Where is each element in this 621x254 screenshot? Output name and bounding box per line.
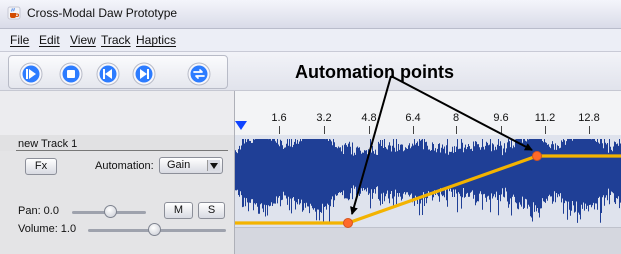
menu-edit[interactable]: Edit	[39, 33, 60, 47]
menu-file[interactable]: File	[10, 33, 29, 47]
waveform	[235, 139, 621, 225]
transport-group	[8, 55, 228, 89]
annotation-label: Automation points	[295, 62, 454, 82]
play-icon	[26, 69, 28, 79]
ruler-tick	[369, 126, 370, 134]
volume-slider-knob[interactable]	[148, 223, 161, 236]
ruler-tick-label: 6.4	[405, 112, 421, 124]
fx-button[interactable]: Fx	[25, 158, 57, 175]
ruler-tick-label: 4.8	[361, 112, 377, 124]
menu-bar: File Edit View Track Haptics	[0, 29, 621, 52]
menu-haptics[interactable]: Haptics	[136, 33, 176, 47]
ruler-tick	[545, 126, 546, 134]
ruler-tick-label: 1.6	[271, 112, 287, 124]
pan-label: Pan: 0.0	[18, 205, 59, 217]
title-bar: Cross-Modal Daw Prototype	[0, 0, 621, 29]
ruler-tick-label: 11.2	[534, 112, 556, 124]
track-lane-footer	[235, 227, 621, 254]
automation-select[interactable]: Gain	[159, 157, 223, 174]
ruler-tick	[456, 126, 457, 134]
app-window: Cross-Modal Daw Prototype File Edit View…	[0, 0, 621, 254]
stop-icon	[67, 70, 75, 78]
pan-slider-knob[interactable]	[104, 205, 117, 218]
window-title: Cross-Modal Daw Prototype	[27, 6, 178, 20]
menu-track[interactable]: Track	[101, 33, 131, 47]
loop-button[interactable]	[187, 62, 211, 86]
automation-label: Automation:	[95, 160, 154, 172]
chevron-down-icon	[207, 160, 220, 171]
java-cup-icon	[7, 6, 21, 20]
ruler-tick-label: 12.8	[578, 112, 600, 124]
ruler-tick	[279, 126, 280, 134]
skip-back-icon	[103, 69, 105, 79]
ruler-tick	[589, 126, 590, 134]
track-controls-panel: new Track 1 Fx Automation: Gain Pan: 0.0…	[0, 91, 235, 254]
solo-button[interactable]: S	[198, 202, 225, 219]
forward-button[interactable]	[132, 62, 156, 86]
automation-select-value: Gain	[167, 159, 191, 171]
mute-button[interactable]: M	[164, 202, 193, 219]
track-lane[interactable]	[235, 135, 621, 227]
playhead-marker[interactable]	[235, 121, 247, 130]
track-name[interactable]: new Track 1	[18, 138, 77, 150]
menu-view[interactable]: View	[70, 33, 96, 47]
ruler-tick-label: 3.2	[316, 112, 332, 124]
play-button[interactable]	[19, 62, 43, 86]
ruler-tick-label: 9.6	[493, 112, 509, 124]
stop-button[interactable]	[59, 62, 83, 86]
track-name-divider	[16, 150, 228, 151]
rewind-button[interactable]	[96, 62, 120, 86]
ruler-tick-label: 8	[452, 112, 460, 124]
ruler-tick	[413, 126, 414, 134]
volume-label: Volume: 1.0	[18, 223, 77, 235]
ruler-tick	[501, 126, 502, 134]
ruler-tick	[324, 126, 325, 134]
ruler-spacer	[0, 91, 234, 136]
